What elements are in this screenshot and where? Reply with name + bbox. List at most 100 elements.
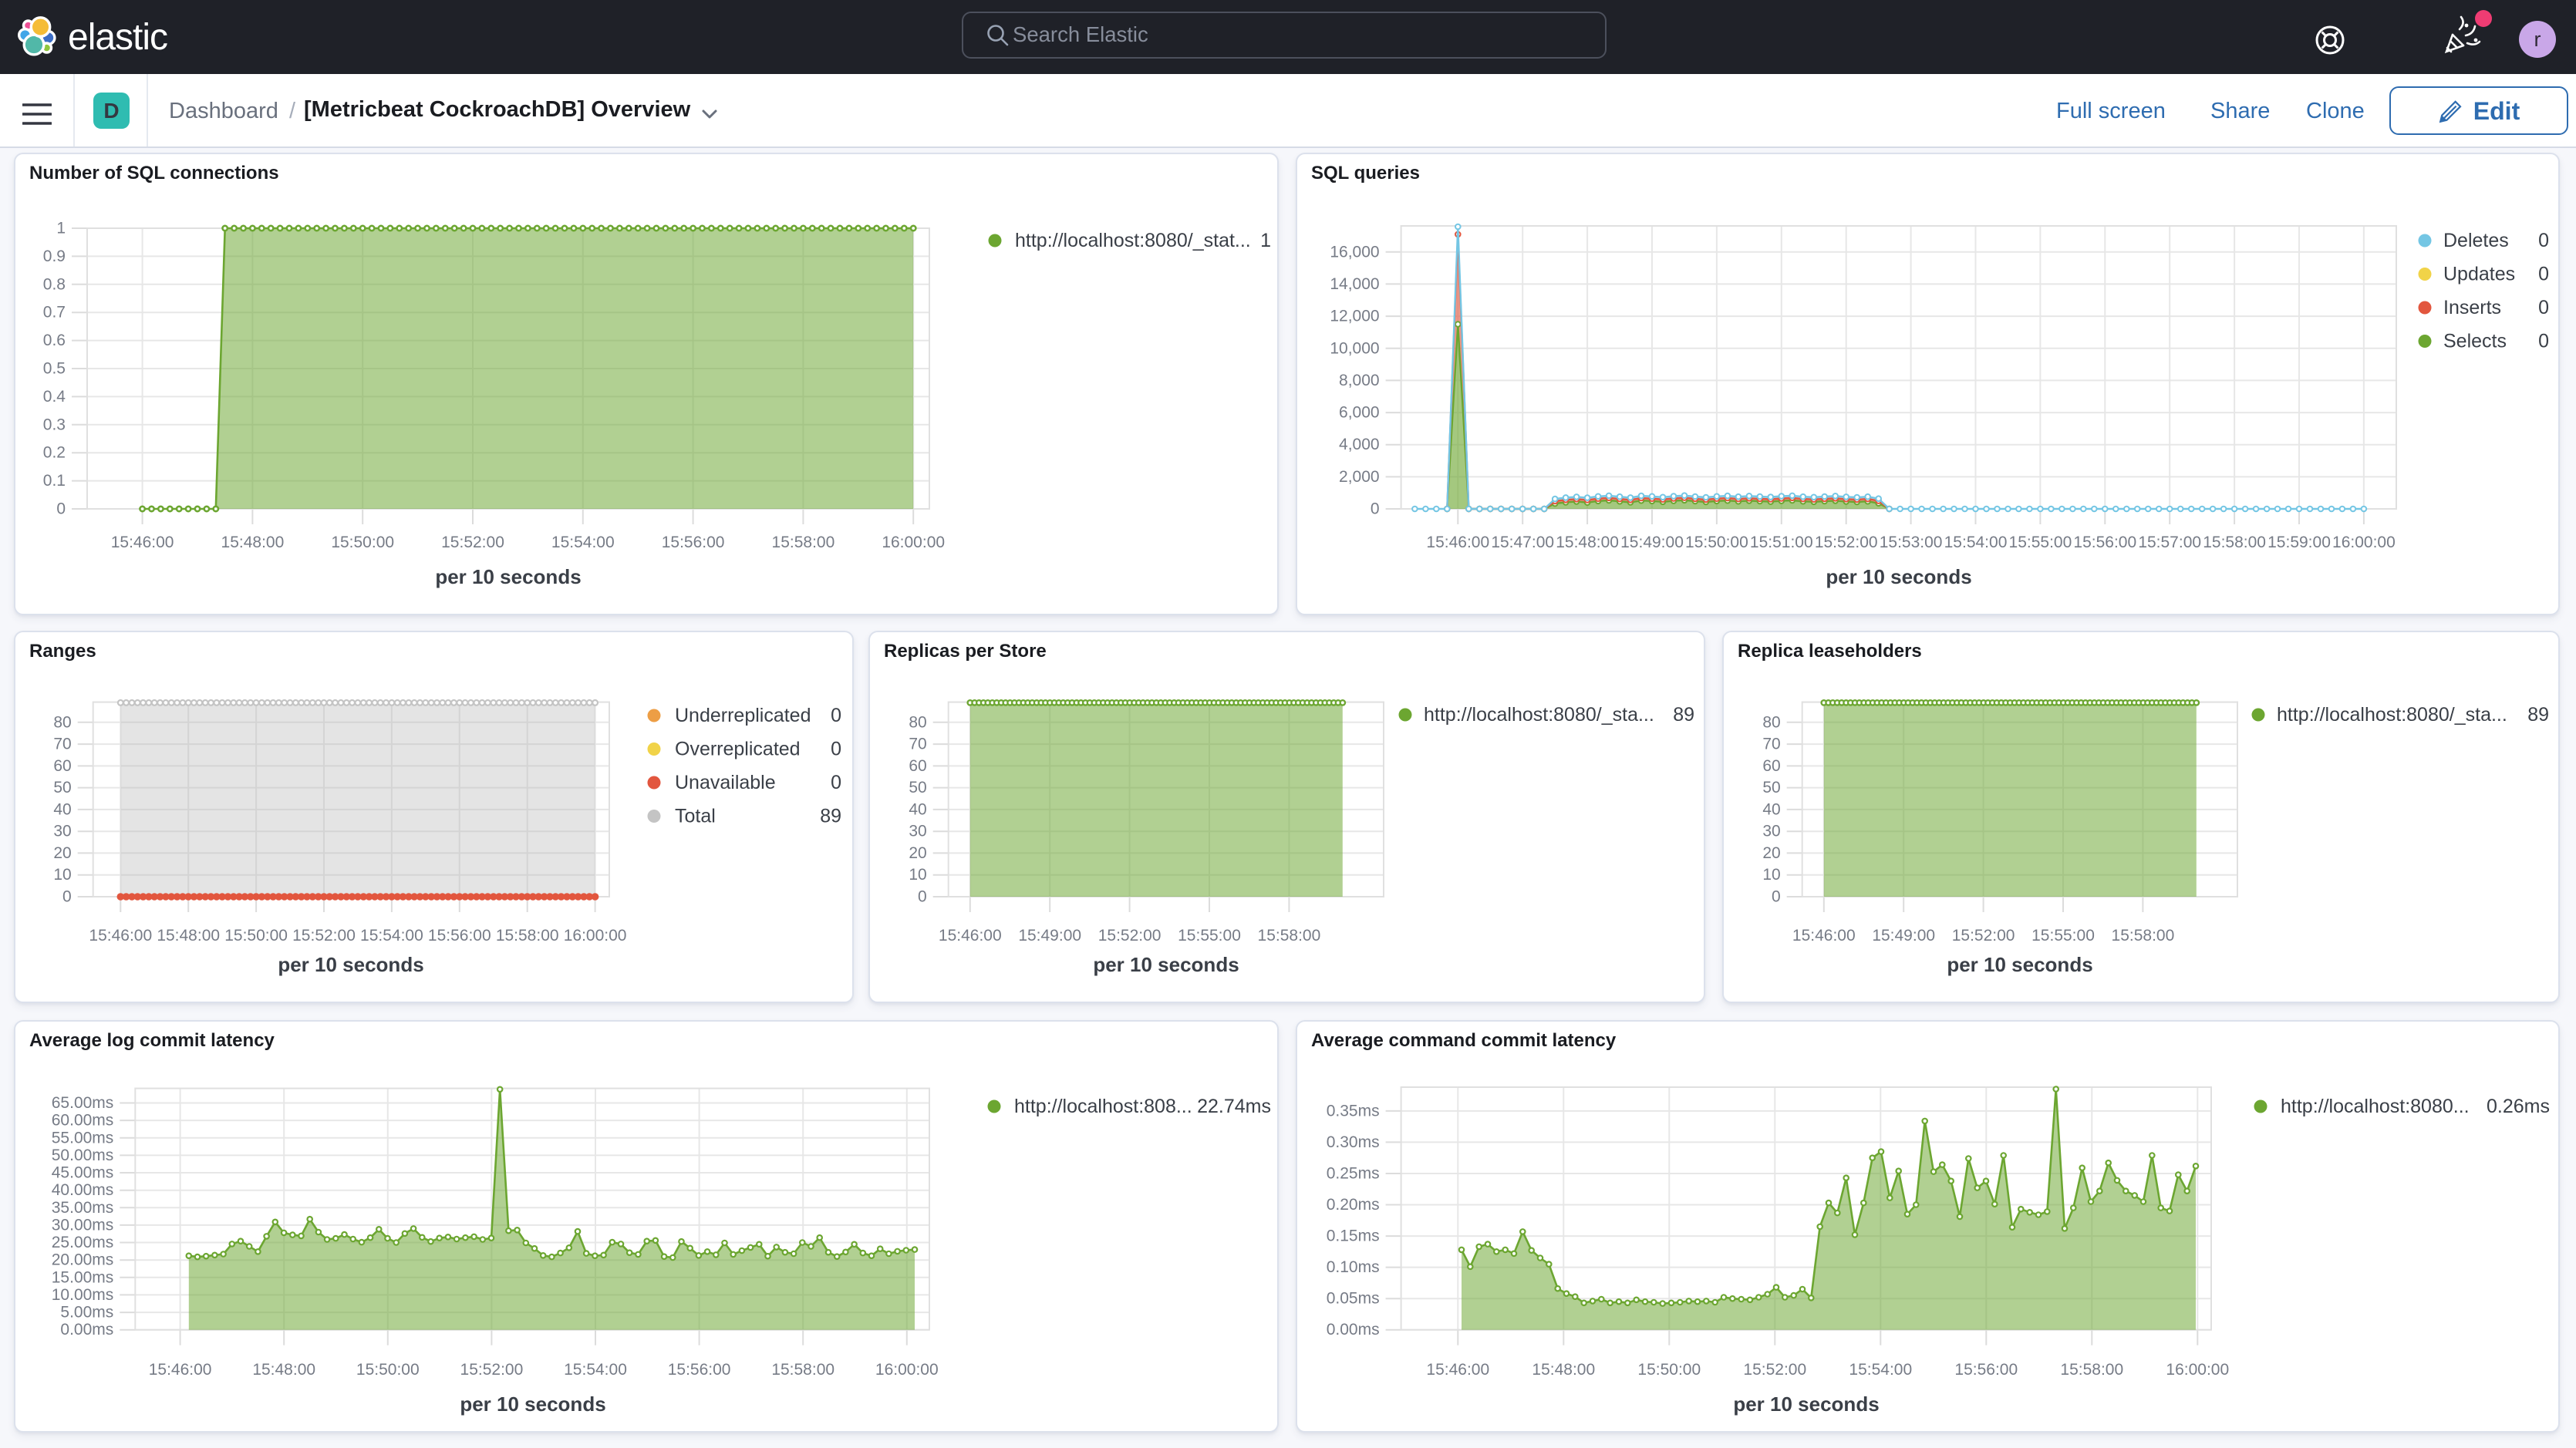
svg-text:15:48:00: 15:48:00 (252, 1361, 315, 1379)
svg-text:0.3: 0.3 (43, 416, 66, 433)
svg-text:0: 0 (831, 705, 841, 726)
svg-text:1: 1 (1260, 230, 1271, 251)
svg-text:40: 40 (53, 800, 71, 818)
svg-text:20.00ms: 20.00ms (52, 1251, 114, 1269)
svg-text:per 10 seconds: per 10 seconds (1733, 1392, 1879, 1416)
svg-text:40: 40 (1762, 800, 1780, 818)
svg-text:Updates: Updates (2443, 264, 2515, 285)
svg-text:5.00ms: 5.00ms (60, 1304, 113, 1322)
svg-text:15:52:00: 15:52:00 (1815, 534, 1878, 551)
svg-text:15:56:00: 15:56:00 (1954, 1361, 2018, 1379)
svg-text:15:54:00: 15:54:00 (564, 1361, 627, 1379)
svg-text:30: 30 (1762, 823, 1780, 840)
svg-text:10: 10 (53, 866, 71, 884)
svg-text:15:58:00: 15:58:00 (2203, 534, 2266, 551)
svg-text:30: 30 (53, 823, 71, 840)
svg-text:0: 0 (2538, 264, 2549, 285)
svg-text:0.05ms: 0.05ms (1327, 1290, 1380, 1308)
svg-text:40: 40 (909, 800, 926, 818)
svg-text:http://localhost:8080/_sta...: http://localhost:8080/_sta... (1424, 704, 1654, 726)
svg-text:20: 20 (909, 844, 926, 862)
svg-text:30: 30 (909, 823, 926, 840)
svg-text:15:54:00: 15:54:00 (1944, 534, 2008, 551)
svg-text:50: 50 (53, 779, 71, 796)
svg-text:15:56:00: 15:56:00 (662, 534, 725, 551)
svg-text:1: 1 (56, 220, 66, 237)
svg-text:10: 10 (909, 866, 926, 884)
svg-text:Selects: Selects (2443, 331, 2507, 352)
svg-text:15:49:00: 15:49:00 (1872, 927, 1935, 945)
svg-text:15:52:00: 15:52:00 (292, 927, 356, 945)
svg-text:0.35ms: 0.35ms (1327, 1102, 1380, 1120)
svg-text:15:46:00: 15:46:00 (1426, 1361, 1489, 1379)
svg-text:10.00ms: 10.00ms (52, 1286, 114, 1304)
svg-text:0.00ms: 0.00ms (1327, 1321, 1380, 1339)
svg-text:14,000: 14,000 (1330, 275, 1379, 293)
svg-text:60.00ms: 60.00ms (52, 1112, 114, 1130)
svg-text:15:58:00: 15:58:00 (771, 1361, 835, 1379)
svg-text:Total: Total (675, 806, 716, 827)
svg-text:0.9: 0.9 (43, 248, 66, 265)
svg-text:15:51:00: 15:51:00 (1750, 534, 1813, 551)
svg-text:0.5: 0.5 (43, 360, 66, 378)
svg-text:http://localhost:8080/_sta...: http://localhost:8080/_sta... (2277, 704, 2507, 726)
svg-text:0: 0 (918, 888, 927, 906)
svg-text:per 10 seconds: per 10 seconds (460, 1392, 605, 1416)
svg-text:15:50:00: 15:50:00 (331, 534, 394, 551)
svg-text:60: 60 (53, 757, 71, 775)
svg-text:15:47:00: 15:47:00 (1491, 534, 1554, 551)
svg-text:80: 80 (53, 713, 71, 731)
svg-text:0: 0 (62, 888, 72, 906)
svg-text:16:00:00: 16:00:00 (2166, 1361, 2229, 1379)
svg-text:0.4: 0.4 (43, 388, 66, 406)
svg-text:20: 20 (53, 844, 71, 862)
svg-text:15:48:00: 15:48:00 (221, 534, 285, 551)
svg-text:15:58:00: 15:58:00 (772, 534, 835, 551)
svg-text:per 10 seconds: per 10 seconds (1947, 953, 2092, 976)
svg-text:35.00ms: 35.00ms (52, 1199, 114, 1217)
svg-text:6,000: 6,000 (1339, 404, 1380, 422)
svg-text:0.2: 0.2 (43, 444, 66, 462)
svg-text:15:50:00: 15:50:00 (1637, 1361, 1701, 1379)
svg-text:0: 0 (1371, 500, 1380, 518)
svg-text:15:55:00: 15:55:00 (2031, 927, 2095, 945)
svg-text:50: 50 (1762, 779, 1780, 796)
svg-text:10: 10 (1762, 866, 1780, 884)
svg-text:15.00ms: 15.00ms (52, 1268, 114, 1286)
svg-text:0.8: 0.8 (43, 275, 66, 293)
svg-text:16:00:00: 16:00:00 (875, 1361, 939, 1379)
svg-text:15:49:00: 15:49:00 (1620, 534, 1684, 551)
svg-text:40.00ms: 40.00ms (52, 1181, 114, 1199)
svg-text:per 10 seconds: per 10 seconds (1093, 953, 1239, 976)
svg-text:15:54:00: 15:54:00 (360, 927, 423, 945)
svg-text:15:58:00: 15:58:00 (2060, 1361, 2123, 1379)
svg-text:16:00:00: 16:00:00 (882, 534, 945, 551)
svg-text:16:00:00: 16:00:00 (2332, 534, 2396, 551)
svg-text:22.74ms: 22.74ms (1197, 1096, 1271, 1117)
svg-text:15:53:00: 15:53:00 (1880, 534, 1943, 551)
svg-text:15:52:00: 15:52:00 (460, 1361, 524, 1379)
svg-text:0.1: 0.1 (43, 472, 66, 490)
svg-text:0: 0 (2538, 230, 2549, 251)
svg-text:80: 80 (1762, 713, 1780, 731)
svg-text:50.00ms: 50.00ms (52, 1147, 114, 1164)
svg-text:15:55:00: 15:55:00 (2009, 534, 2072, 551)
svg-text:15:50:00: 15:50:00 (224, 927, 288, 945)
svg-text:0: 0 (2538, 297, 2549, 318)
svg-text:60: 60 (1762, 757, 1780, 775)
svg-text:80: 80 (909, 713, 926, 731)
svg-text:15:58:00: 15:58:00 (2112, 927, 2175, 945)
svg-text:15:50:00: 15:50:00 (356, 1361, 420, 1379)
svg-text:15:52:00: 15:52:00 (1098, 927, 1162, 945)
svg-text:15:59:00: 15:59:00 (2267, 534, 2331, 551)
svg-text:2,000: 2,000 (1339, 468, 1380, 486)
svg-text:60: 60 (909, 757, 926, 775)
svg-text:70: 70 (1762, 736, 1780, 753)
svg-text:15:50:00: 15:50:00 (1685, 534, 1748, 551)
svg-text:http://localhost:8080/_stat...: http://localhost:8080/_stat... (1015, 230, 1251, 251)
svg-text:0: 0 (831, 739, 841, 760)
svg-text:89: 89 (1673, 704, 1694, 726)
svg-text:89: 89 (2527, 704, 2549, 726)
svg-text:55.00ms: 55.00ms (52, 1129, 114, 1147)
svg-text:15:52:00: 15:52:00 (441, 534, 504, 551)
